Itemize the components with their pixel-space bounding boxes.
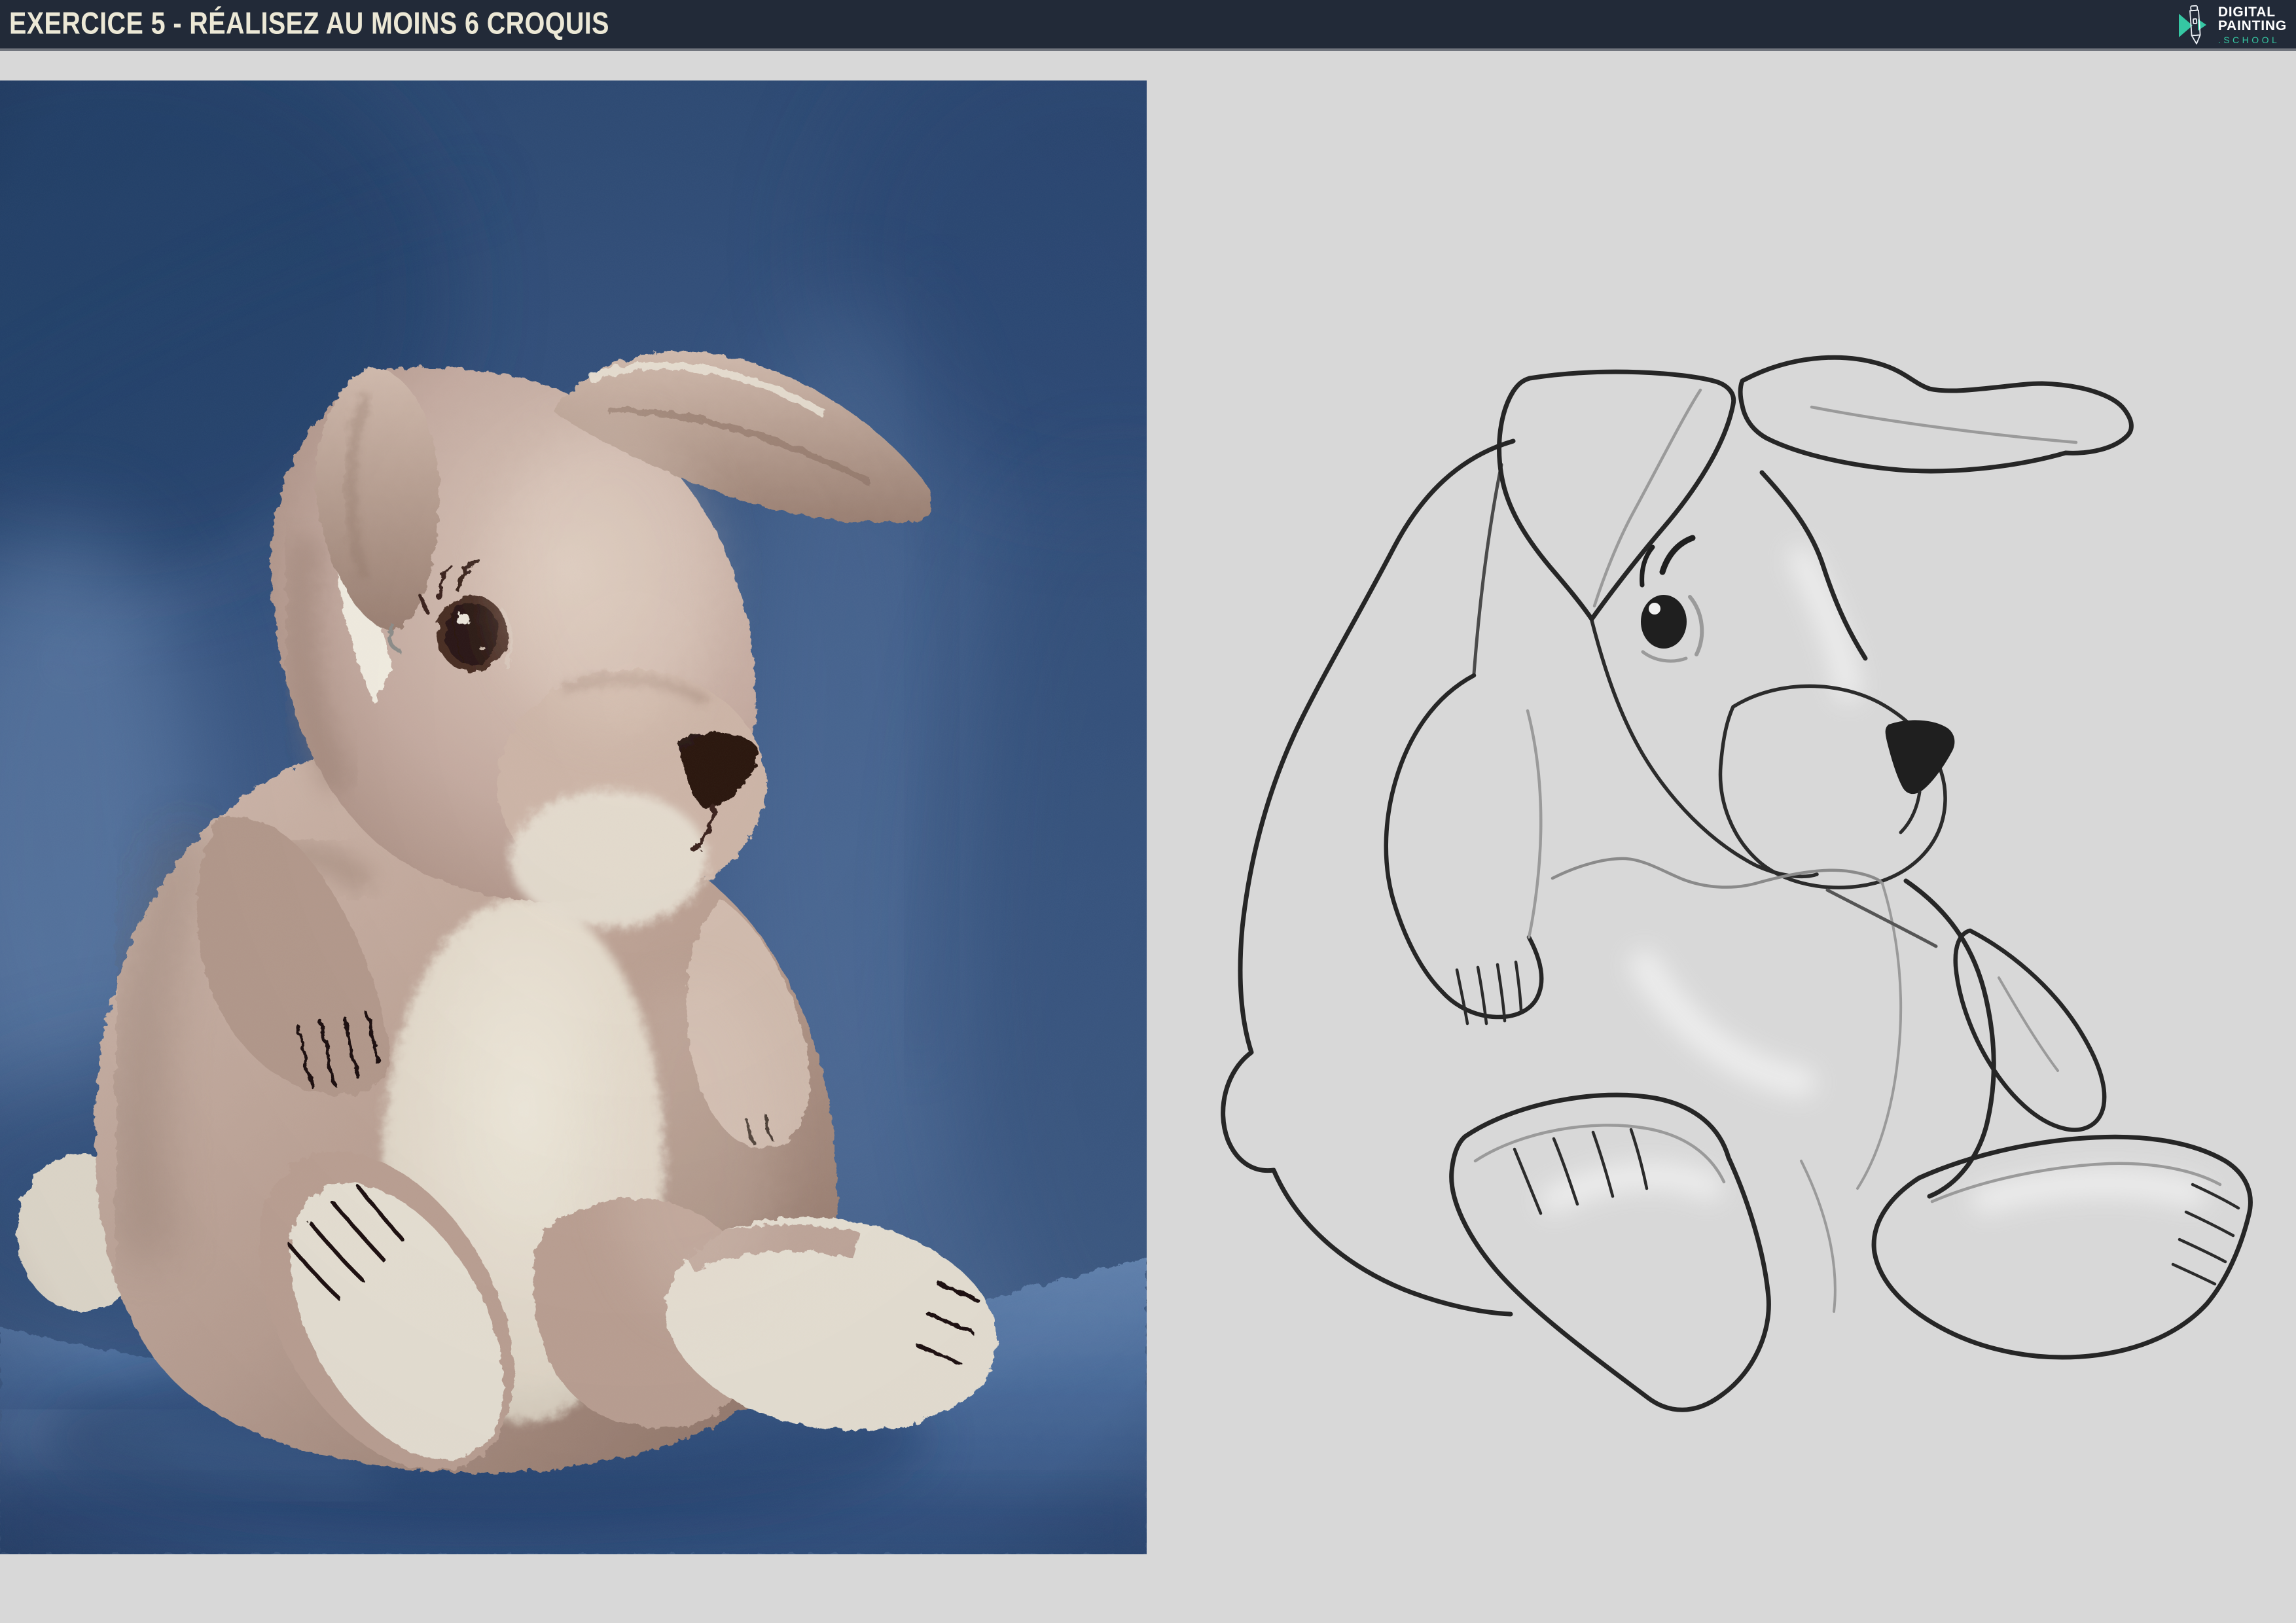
header-bar: EXERCICE 5 - RÉALISEZ AU MOINS 6 CROQUIS… [0, 0, 2296, 51]
pencil-logo-icon [2178, 4, 2212, 46]
reference-photo-panel [0, 80, 1147, 1554]
logo-line-1: DIGITAL [2218, 5, 2287, 19]
sketch-panel [1147, 48, 2296, 1623]
sketch-body-outline [1223, 441, 1513, 1314]
sketch-eye [1641, 538, 1702, 661]
logo: DIGITAL PAINTING .SCHOOL [2178, 3, 2287, 46]
page-title: EXERCICE 5 - RÉALISEZ AU MOINS 6 CROQUIS [9, 5, 609, 41]
sketch-folded-ear [1499, 372, 1734, 619]
sketch-bunny [1223, 357, 2251, 1410]
sketch-left-foot [1452, 1095, 1769, 1410]
logo-text: DIGITAL PAINTING .SCHOOL [2218, 5, 2287, 45]
sketch-right-ear [1740, 357, 2131, 471]
logo-line-3: .SCHOOL [2218, 35, 2287, 45]
sketch-belly-line [1552, 859, 1882, 887]
logo-line-2: PAINTING [2218, 19, 2287, 33]
sketch-left-arm [1386, 675, 1541, 1017]
